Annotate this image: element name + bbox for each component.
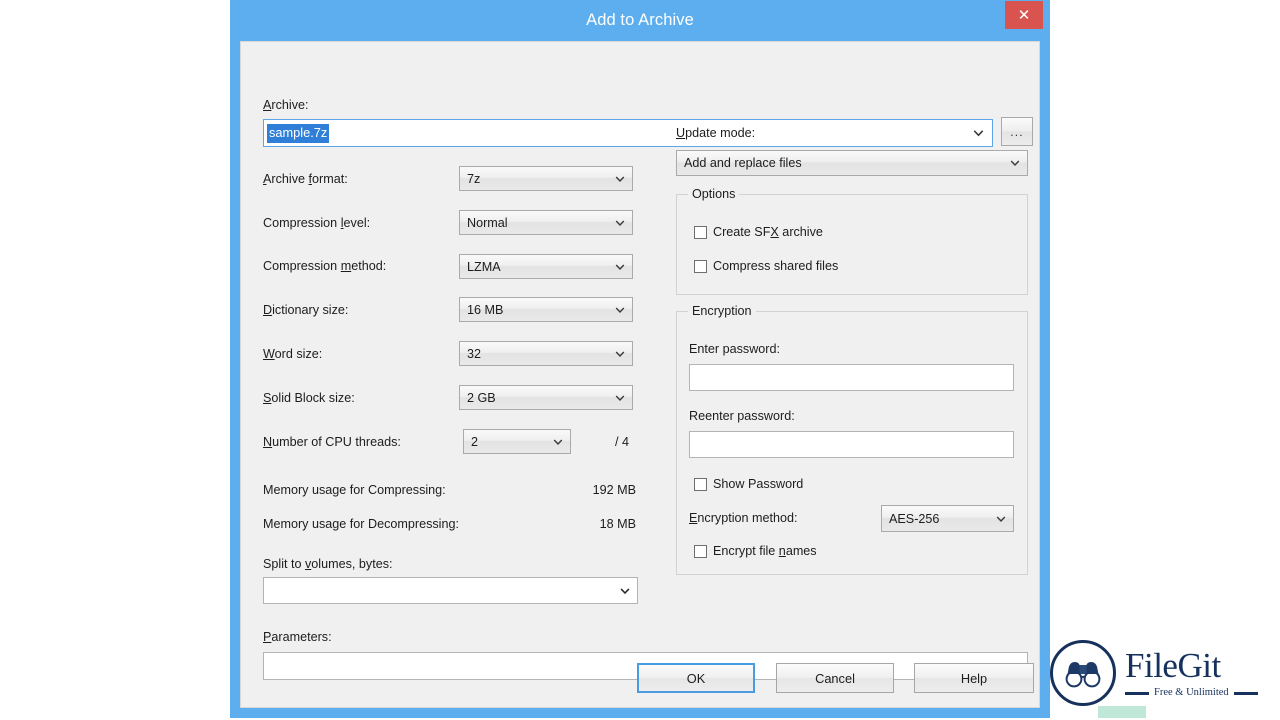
options-group-title: Options [688,187,740,201]
compression-level-value: Normal [467,215,508,230]
dictionary-size-value: 16 MB [467,302,504,317]
encryption-group-title: Encryption [688,304,756,318]
archive-path-combo[interactable]: sample.7z [263,119,993,147]
cpu-threads-value: 2 [471,434,479,449]
chevron-down-icon [615,219,625,226]
chevron-down-icon [615,350,625,357]
binoculars-glyph [1065,662,1101,688]
chevron-down-icon [973,130,984,137]
update-mode-value: Add and replace files [684,156,802,170]
archive-label: Archive: [263,98,309,112]
chevron-down-icon [615,394,625,401]
checkbox-label: Show Password [713,477,804,491]
label-solid-block-size: Solid Block size: [263,391,355,405]
label-memory-compressing: Memory usage for Compressing: [263,483,446,497]
watermark-ghost-text [1232,700,1235,712]
screen: Add to Archive ✕ Archive: sample.7z ... [0,0,1280,720]
ok-button[interactable]: OK [637,663,755,693]
cpu-threads-combo[interactable]: 2 [463,429,571,454]
word-size-value: 32 [467,346,482,361]
label-enter-password: Enter password: [689,342,780,356]
cancel-button-label: Cancel [815,670,855,686]
chevron-down-icon [996,515,1006,522]
label-dictionary-size: Dictionary size: [263,303,349,317]
archive-format-combo[interactable]: 7z [459,166,633,191]
checkbox-show-password[interactable]: Show Password [694,477,803,491]
compression-level-combo[interactable]: Normal [459,210,633,235]
checkbox-label: Create SFX archive [713,225,823,239]
checkbox-box-icon [694,225,707,239]
enter-password-input[interactable] [689,364,1014,391]
help-button[interactable]: Help [914,663,1034,693]
checkbox-encrypt-file-names[interactable]: Encrypt file names [694,544,817,558]
rule-right [1233,691,1258,695]
label-encryption-method: Encryption method: [689,511,798,525]
encryption-method-value: AES-256 [889,511,940,526]
checkbox-label: Compress shared files [713,259,839,273]
dialog-client-area: Archive: sample.7z ... Archive format: 7… [240,41,1040,708]
filegit-watermark: FileGit Free & Unlimited [1050,637,1272,709]
chevron-down-icon [615,306,625,313]
update-mode-combo[interactable]: Add and replace files [676,150,1028,176]
label-compression-level: Compression level: [263,216,371,230]
close-icon: ✕ [1017,7,1031,24]
chevron-down-icon [615,263,625,270]
dialog-title: Add to Archive [586,11,694,29]
chevron-down-icon [553,438,563,445]
archive-path-value: sample.7z [267,123,330,143]
reenter-password-input[interactable] [689,431,1014,458]
watermark-brand: FileGit [1125,645,1221,685]
label-split-volumes: Split to volumes, bytes: [263,557,393,571]
ellipsis-icon: ... [1010,124,1024,139]
rule-left [1125,691,1149,695]
label-update-mode: Update mode: [676,126,756,140]
label-parameters: Parameters: [263,630,332,644]
cpu-threads-total: / 4 [615,435,630,449]
solid-block-size-value: 2 GB [467,390,496,405]
checkbox-create-sfx-archive[interactable]: Create SFX archive [694,225,823,239]
binoculars-icon [1050,640,1116,706]
compression-method-value: LZMA [467,259,501,274]
word-size-combo[interactable]: 32 [459,341,633,366]
chevron-down-icon [620,587,630,594]
add-to-archive-dialog: Add to Archive ✕ Archive: sample.7z ... [230,0,1050,718]
chevron-down-icon [1010,160,1020,167]
compression-method-combo[interactable]: LZMA [459,254,633,279]
browse-button[interactable]: ... [1001,117,1033,146]
help-button-label: Help [960,670,988,686]
solid-block-size-combo[interactable]: 2 GB [459,385,633,410]
dictionary-size-combo[interactable]: 16 MB [459,297,633,322]
label-cpu-threads: Number of CPU threads: [263,435,401,449]
label-archive-format: Archive format: [263,172,348,186]
encryption-method-combo[interactable]: AES-256 [881,505,1014,532]
value-memory-compressing: 192 MB [592,483,636,497]
options-group: Options [676,187,1028,295]
chevron-down-icon [615,175,625,182]
watermark-text: FileGit Free & Unlimited [1125,648,1258,699]
title-bar: Add to Archive ✕ [230,0,1050,41]
cancel-button[interactable]: Cancel [776,663,894,693]
close-button[interactable]: ✕ [1005,1,1043,29]
checkbox-compress-shared-files[interactable]: Compress shared files [694,259,838,273]
watermark-tagline: Free & Unlimited [1154,686,1229,698]
label-compression-method: Compression method: [263,259,387,273]
label-reenter-password: Reenter password: [689,409,795,423]
checkbox-box-icon [694,477,707,491]
label-memory-decompressing: Memory usage for Decompressing: [263,517,459,531]
label-word-size: Word size: [263,347,323,361]
checkbox-label: Encrypt file names [713,544,817,558]
checkbox-box-icon [694,259,707,273]
split-volumes-combo[interactable] [263,577,638,604]
archive-format-value: 7z [467,171,481,186]
watermark-tagline-row: Free & Unlimited [1125,686,1258,699]
value-memory-decompressing: 18 MB [599,517,636,531]
ok-button-label: OK [686,670,706,686]
checkbox-box-icon [694,544,707,558]
